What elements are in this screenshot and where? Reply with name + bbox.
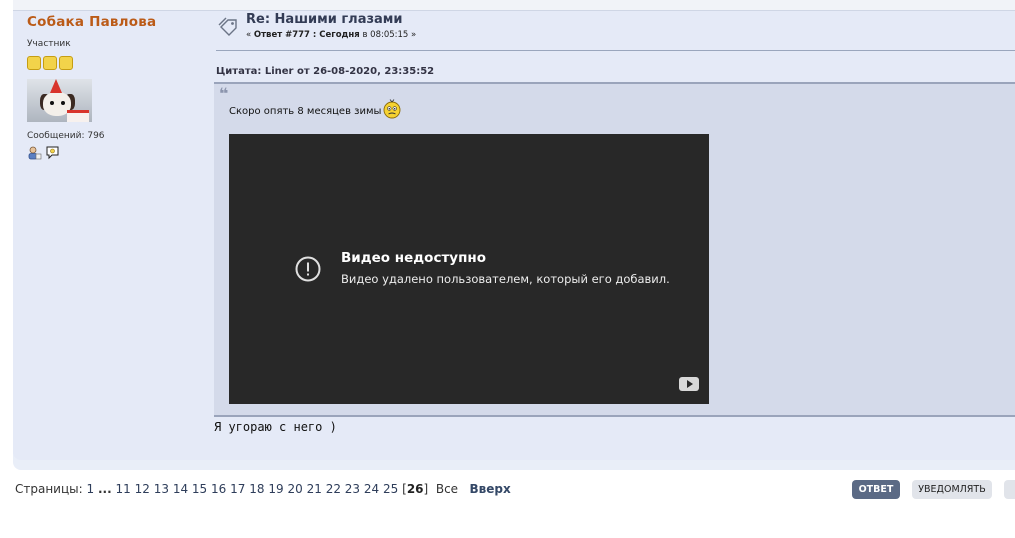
youtube-icon[interactable]	[679, 377, 699, 391]
pagination: Страницы: 1 ... 11 12 13 14 15 16 17 18 …	[15, 482, 511, 496]
rank-stars	[27, 56, 207, 70]
post-header: Re: Нашими глазами « Ответ #777 : Сегодн…	[216, 10, 1015, 51]
poster-name[interactable]: Собака Павлова	[27, 14, 207, 30]
page-link[interactable]: 21	[307, 482, 322, 496]
post-time: в 08:05:15 »	[359, 30, 417, 40]
notify-button[interactable]: УВЕДОМЛЯТЬ	[912, 480, 992, 499]
poster-actions	[27, 145, 207, 160]
quote-mark-icon: ❝	[219, 84, 229, 103]
personal-message-icon[interactable]	[45, 145, 60, 160]
page-link[interactable]: 12	[135, 482, 150, 496]
page-link[interactable]: 15	[192, 482, 207, 496]
embedded-video[interactable]: Видео недоступно Видео удалено пользоват…	[229, 134, 709, 404]
page-link[interactable]: 25	[383, 482, 398, 496]
page-link[interactable]: 19	[268, 482, 283, 496]
pagination-ellipsis: ...	[97, 482, 112, 496]
smiley-icon	[383, 99, 401, 119]
video-unavailable-message: Видео удалено пользователем, который его…	[341, 272, 670, 286]
meta-prefix: «	[246, 30, 254, 40]
post-title[interactable]: Re: Нашими глазами	[246, 12, 403, 27]
poster-rank: Участник	[27, 39, 71, 49]
more-button[interactable]: С	[1004, 480, 1015, 499]
poster-info: Собака Павлова Участник Сообщений: 796	[27, 14, 207, 160]
reply-number[interactable]: Ответ #777 : Сегодня	[254, 30, 360, 40]
page-link[interactable]: 16	[211, 482, 226, 496]
post-text: Я угораю с него )	[214, 420, 337, 434]
pagination-label: Страницы:	[15, 482, 83, 496]
page-link[interactable]: 23	[345, 482, 360, 496]
page-link[interactable]: 22	[326, 482, 341, 496]
quote-block: ❝ Скоро опять 8 месяцев зимы Видео недос…	[214, 82, 1015, 417]
post-meta: « Ответ #777 : Сегодня в 08:05:15 »	[246, 30, 416, 40]
avatar	[27, 79, 92, 122]
current-page-number: 26	[406, 482, 424, 496]
video-unavailable-title: Видео недоступно	[341, 250, 486, 266]
page-link[interactable]: 18	[249, 482, 264, 496]
poster-post-count: Сообщений: 796	[27, 131, 105, 141]
page-link[interactable]: 17	[230, 482, 245, 496]
page-link[interactable]: 20	[287, 482, 302, 496]
page-links: 11 12 13 14 15 16 17 18 19 20 21 22 23 2…	[115, 482, 402, 496]
scroll-top-link[interactable]: Вверх	[470, 482, 511, 496]
profile-icon[interactable]	[27, 145, 42, 160]
post-body: Собака Павлова Участник Сообщений: 796 R…	[13, 0, 1015, 460]
alert-icon	[295, 256, 321, 282]
post-tag-icon	[218, 16, 240, 38]
quote-text: Скоро опять 8 месяцев зимы	[229, 106, 382, 117]
all-pages-link[interactable]: Все	[436, 482, 458, 496]
page-link[interactable]: 14	[173, 482, 188, 496]
post-container: Собака Павлова Участник Сообщений: 796 R…	[13, 0, 1015, 470]
page-link[interactable]: 24	[364, 482, 379, 496]
star-icon	[27, 56, 41, 70]
star-icon	[43, 56, 57, 70]
page-link[interactable]: 1	[87, 482, 95, 496]
star-icon	[59, 56, 73, 70]
page-link[interactable]: 13	[154, 482, 169, 496]
current-page: [26]	[402, 482, 429, 496]
quote-header[interactable]: Цитата: Liner от 26-08-2020, 23:35:52	[216, 66, 1015, 77]
page-link[interactable]: 11	[115, 482, 130, 496]
reply-button[interactable]: ОТВЕТ	[852, 480, 900, 499]
